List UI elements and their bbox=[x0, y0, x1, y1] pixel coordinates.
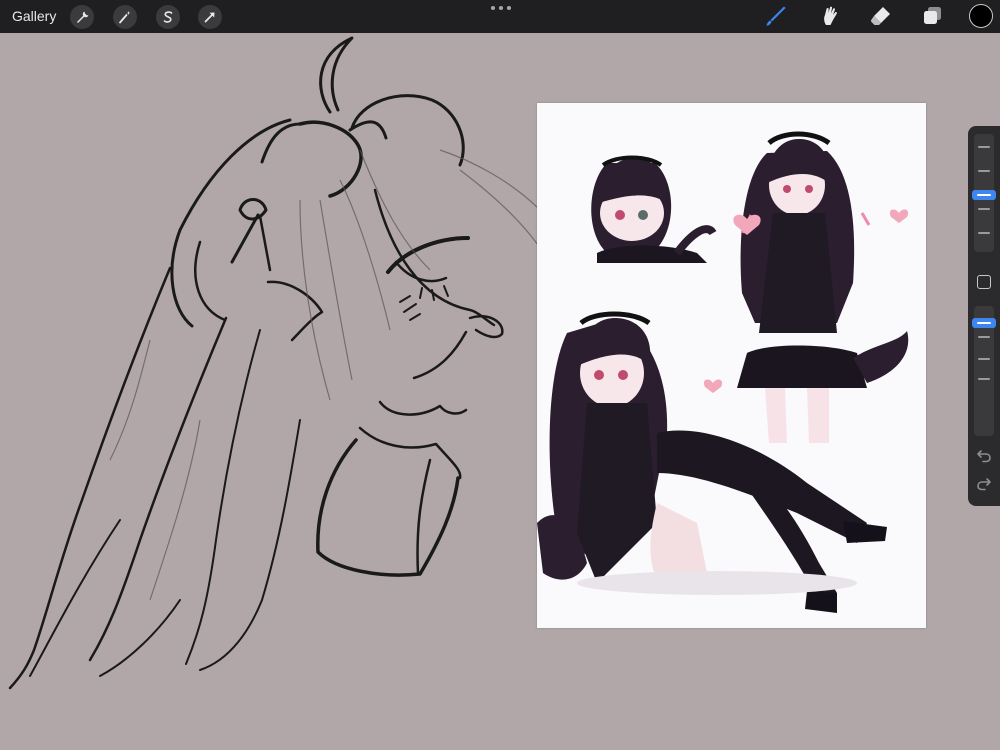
color-picker-swatch[interactable] bbox=[969, 4, 993, 28]
reference-image bbox=[537, 103, 926, 628]
slider-tick bbox=[978, 232, 990, 234]
transform-arrow-icon bbox=[204, 12, 215, 23]
slider-tick bbox=[978, 358, 990, 360]
reference-illustration bbox=[537, 103, 926, 628]
magic-wand-icon bbox=[119, 11, 131, 24]
eraser-tool-button[interactable] bbox=[868, 3, 894, 29]
brush-size-thumb[interactable] bbox=[972, 190, 996, 200]
brush-sidebar bbox=[968, 126, 1000, 506]
drawing-canvas[interactable] bbox=[0, 33, 1000, 750]
top-toolbar: Gallery bbox=[0, 0, 1000, 33]
actions-wrench-button[interactable] bbox=[70, 5, 94, 29]
eraser-icon bbox=[870, 7, 890, 25]
selection-s-icon bbox=[163, 11, 173, 23]
slider-tick bbox=[978, 336, 990, 338]
gallery-button[interactable]: Gallery bbox=[12, 8, 56, 24]
layers-icon bbox=[924, 7, 941, 24]
smudge-icon bbox=[824, 6, 837, 25]
modify-square-button[interactable] bbox=[977, 275, 991, 289]
brush-size-slider[interactable] bbox=[972, 134, 996, 252]
transform-button[interactable] bbox=[198, 5, 222, 29]
redo-icon[interactable] bbox=[976, 476, 992, 492]
selection-button[interactable] bbox=[156, 5, 180, 29]
undo-icon[interactable] bbox=[976, 448, 992, 464]
smudge-tool-button[interactable] bbox=[816, 3, 842, 29]
dot bbox=[507, 6, 511, 10]
more-options-dots[interactable] bbox=[491, 4, 511, 12]
dot bbox=[491, 6, 495, 10]
dot bbox=[499, 6, 503, 10]
slider-tick bbox=[978, 146, 990, 148]
wrench-icon bbox=[77, 11, 89, 23]
brush-tool-button[interactable] bbox=[763, 3, 789, 29]
adjustments-button[interactable] bbox=[113, 5, 137, 29]
opacity-slider[interactable] bbox=[972, 306, 996, 436]
slider-tick bbox=[978, 208, 990, 210]
opacity-thumb[interactable] bbox=[972, 318, 996, 328]
layers-button[interactable] bbox=[919, 3, 945, 29]
brush-icon bbox=[766, 6, 786, 26]
slider-tick bbox=[978, 378, 990, 380]
slider-tick bbox=[978, 170, 990, 172]
